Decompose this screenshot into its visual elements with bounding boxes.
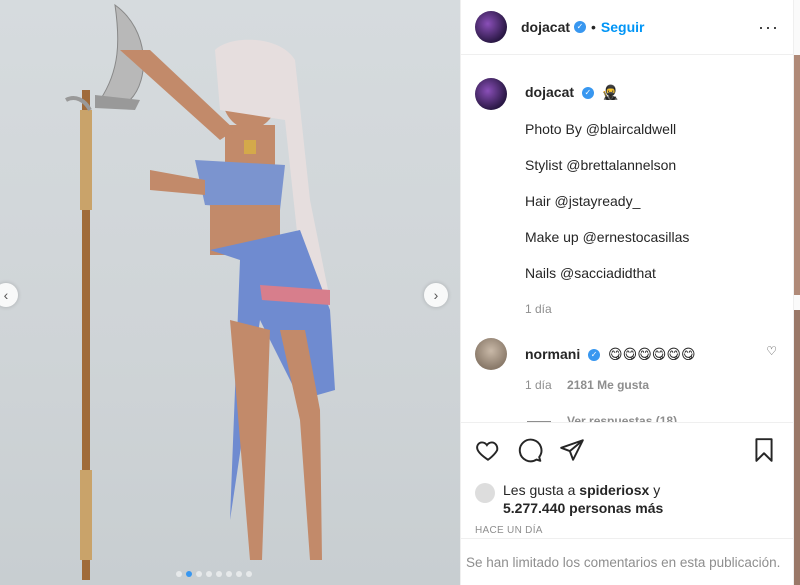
bookmark-icon[interactable]: [751, 437, 779, 465]
likes-others[interactable]: 5.277.440 personas más: [503, 500, 663, 516]
comment-icon[interactable]: [517, 437, 545, 465]
dot-separator: •: [591, 19, 596, 35]
liker-avatar[interactable]: [475, 483, 495, 503]
post-photo[interactable]: ‹ ›: [0, 0, 460, 585]
comment-item: normani ✓ 😋😋😋😋😋😋 1 día 2181 Me gusta ♡: [475, 338, 779, 392]
carousel-dot: [176, 571, 182, 577]
post-actions: Les gusta a spideriosx y 5.277.440 perso…: [461, 422, 793, 536]
caption-line: Stylist @brettalannelson: [525, 157, 677, 173]
likes-text: Les gusta a spideriosx y 5.277.440 perso…: [503, 481, 663, 517]
carousel-dot: [236, 571, 242, 577]
follow-button[interactable]: Seguir: [601, 19, 645, 35]
author-username[interactable]: dojacat: [521, 19, 570, 35]
comment-likes[interactable]: 2181 Me gusta: [567, 378, 649, 392]
heart-icon[interactable]: [475, 437, 503, 465]
caption: dojacat ✓ 🥷 Photo By @blaircaldwell Styl…: [475, 76, 779, 316]
carousel-dot: [206, 571, 212, 577]
action-icons: [475, 437, 779, 465]
photo-illustration: [65, 3, 335, 580]
caption-line: Photo By @blaircaldwell: [525, 121, 677, 137]
carousel-dot: [246, 571, 252, 577]
caption-line: Hair @jstayready_: [525, 193, 641, 209]
commenter-avatar[interactable]: [475, 338, 507, 370]
carousel-dot: [226, 571, 232, 577]
caption-emoji: 🥷: [601, 84, 620, 100]
commenter-username[interactable]: normani: [525, 346, 580, 362]
post-timestamp[interactable]: HACE UN DÍA: [475, 525, 779, 536]
caption-line: Make up @ernestocasillas: [525, 229, 690, 245]
caption-time[interactable]: 1 día: [525, 302, 689, 316]
liker-username[interactable]: spideriosx: [579, 482, 649, 498]
caption-line: Nails @sacciadidthat: [525, 265, 656, 281]
carousel-dot: [186, 571, 192, 577]
share-icon[interactable]: [559, 437, 587, 465]
comment-time[interactable]: 1 día: [525, 378, 552, 392]
comments-limited-notice: Se han limitado los comentarios en esta …: [461, 538, 793, 585]
next-slide-button[interactable]: ›: [424, 283, 448, 307]
comment-text: 😋😋😋😋😋😋: [608, 346, 696, 362]
comment-meta: 1 día 2181 Me gusta: [525, 378, 696, 392]
caption-body: dojacat ✓ 🥷 Photo By @blaircaldwell Styl…: [525, 76, 689, 316]
comment-body: normani ✓ 😋😋😋😋😋😋 1 día 2181 Me gusta: [525, 338, 696, 392]
caption-author-avatar[interactable]: [475, 78, 507, 110]
likes-summary: Les gusta a spideriosx y 5.277.440 perso…: [475, 481, 779, 517]
carousel-dot: [216, 571, 222, 577]
author-avatar[interactable]: [475, 11, 507, 43]
next-post-preview[interactable]: [794, 55, 800, 295]
comments-list[interactable]: dojacat ✓ 🥷 Photo By @blaircaldwell Styl…: [461, 56, 793, 422]
verified-badge-icon: ✓: [581, 87, 594, 100]
carousel-dot: [196, 571, 202, 577]
more-options-icon[interactable]: ···: [758, 17, 779, 38]
likes-prefix: Les gusta a: [503, 482, 580, 498]
view-replies-button[interactable]: Ver respuestas (18): [527, 414, 779, 422]
verified-badge-icon: ✓: [574, 21, 587, 33]
carousel-indicator: [176, 571, 252, 577]
caption-username[interactable]: dojacat: [525, 84, 574, 100]
post-side-panel: dojacat ✓ • Seguir ··· dojacat ✓ 🥷 Photo…: [461, 0, 793, 585]
next-post-preview[interactable]: [794, 310, 800, 585]
like-comment-heart-icon[interactable]: ♡: [766, 344, 777, 358]
likes-conj: y: [649, 482, 661, 498]
view-replies-label: Ver respuestas (18): [567, 414, 678, 422]
post-header: dojacat ✓ • Seguir ···: [461, 0, 793, 55]
verified-badge-icon: ✓: [588, 349, 601, 362]
